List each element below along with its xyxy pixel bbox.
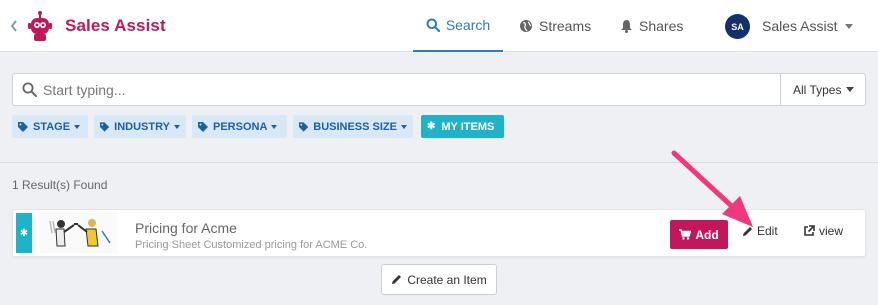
filter-business-size-label: BUSINESS SIZE xyxy=(313,120,397,133)
filter-business-size[interactable]: BUSINESS SIZE xyxy=(293,115,413,138)
search-box xyxy=(12,73,780,106)
cart-icon xyxy=(679,229,692,240)
edit-button[interactable]: Edit xyxy=(742,224,778,238)
type-filter-value: All Types xyxy=(793,82,842,97)
results-count: 1 Result(s) Found xyxy=(12,178,108,192)
caret-down-icon xyxy=(271,124,278,129)
view-button[interactable]: view xyxy=(803,224,843,238)
result-description: Pricing Sheet Customized pricing for ACM… xyxy=(135,239,368,251)
tab-streams-label: Streams xyxy=(539,18,592,34)
tag-icon xyxy=(18,121,28,132)
handshake-illustration xyxy=(40,213,117,253)
tag-icon xyxy=(198,121,208,132)
app-header: Sales Assist Search Streams Shares SA Sa… xyxy=(0,0,878,52)
caret-down-icon xyxy=(74,124,81,129)
avatar[interactable]: SA xyxy=(725,14,750,39)
filter-stage[interactable]: STAGE xyxy=(12,115,88,138)
pencil-icon xyxy=(392,275,402,284)
section-divider xyxy=(0,162,878,163)
bell-icon xyxy=(621,20,632,33)
tag-icon xyxy=(100,121,110,132)
chevron-left-icon[interactable] xyxy=(9,18,19,34)
filter-my-items[interactable]: ✱ MY ITEMS xyxy=(421,115,504,138)
edit-button-label: Edit xyxy=(757,224,778,238)
caret-down-icon[interactable] xyxy=(845,24,853,29)
tab-search-label: Search xyxy=(445,17,491,33)
result-title[interactable]: Pricing for Acme xyxy=(135,220,237,236)
type-filter-select[interactable]: All Types xyxy=(780,73,866,106)
asterisk-icon: ✱ xyxy=(16,213,32,253)
user-name[interactable]: Sales Assist xyxy=(762,18,837,34)
asterisk-icon: ✱ xyxy=(427,121,436,132)
app-title: Sales Assist xyxy=(65,16,166,35)
search-input[interactable] xyxy=(43,74,763,105)
globe-icon xyxy=(520,20,532,32)
filter-my-items-label: MY ITEMS xyxy=(441,120,495,133)
search-icon xyxy=(22,82,37,97)
tab-shares[interactable]: Shares xyxy=(620,0,683,52)
pencil-icon xyxy=(743,226,752,236)
filter-persona-label: PERSONA xyxy=(213,120,268,133)
add-button[interactable]: Add xyxy=(670,220,728,249)
caret-down-icon xyxy=(401,124,407,129)
robot-logo-icon xyxy=(28,11,52,41)
tab-streams[interactable]: Streams xyxy=(519,0,591,52)
filter-industry-label: INDUSTRY xyxy=(114,120,170,133)
view-button-label: view xyxy=(819,224,844,238)
add-button-label: Add xyxy=(695,227,719,242)
tab-shares-label: Shares xyxy=(639,18,684,34)
filter-persona[interactable]: PERSONA xyxy=(192,115,287,138)
caret-down-icon xyxy=(846,87,855,92)
caret-down-icon xyxy=(174,124,180,129)
external-link-icon xyxy=(804,225,815,236)
filter-industry[interactable]: INDUSTRY xyxy=(94,115,186,138)
create-item-button[interactable]: Create an Item xyxy=(381,264,497,295)
tab-search[interactable]: Search xyxy=(413,0,503,52)
search-icon xyxy=(426,18,440,32)
result-card[interactable]: ✱ Pricing for Acme Pricing Sheet Customi… xyxy=(12,209,866,257)
filter-stage-label: STAGE xyxy=(33,120,71,133)
tag-icon xyxy=(299,121,309,132)
create-item-label: Create an Item xyxy=(407,272,487,287)
